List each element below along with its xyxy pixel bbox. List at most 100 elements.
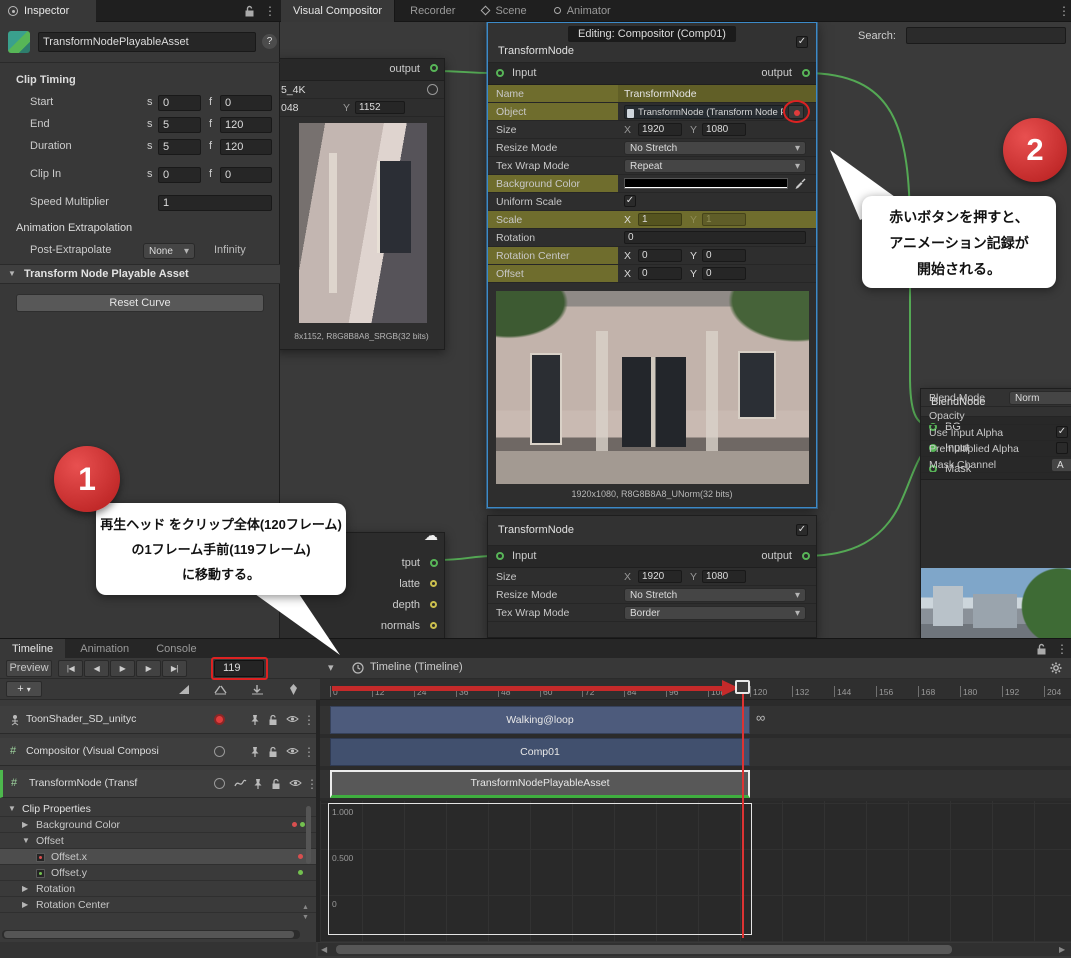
reset-curve-button[interactable]: Reset Curve bbox=[16, 294, 264, 312]
timeline-lock-icon[interactable] bbox=[1036, 643, 1047, 655]
scroll-down-icon[interactable]: ▼ bbox=[302, 914, 309, 921]
play-button[interactable]: ▶ bbox=[110, 660, 135, 677]
track-menu-icon[interactable]: ⋮ bbox=[303, 746, 315, 758]
scroll-right-icon[interactable]: ▶ bbox=[1059, 945, 1065, 954]
duration-frames-field[interactable]: 120 bbox=[220, 139, 272, 155]
clip-comp01[interactable]: Comp01 bbox=[330, 738, 750, 766]
lock-icon[interactable] bbox=[271, 778, 281, 790]
eye-icon[interactable] bbox=[286, 714, 299, 724]
tab-console[interactable]: Console bbox=[144, 639, 208, 659]
property-row-offset-x[interactable]: Offset.x bbox=[0, 849, 316, 865]
clipin-seconds-field[interactable]: 0 bbox=[158, 167, 201, 183]
prev-frame-button[interactable]: ◀ bbox=[84, 660, 109, 677]
color-swatch[interactable] bbox=[624, 178, 788, 189]
duration-seconds-field[interactable]: 5 bbox=[158, 139, 201, 155]
tex-wrap-dropdown[interactable]: Repeat ▾ bbox=[624, 159, 806, 173]
offset-x-field[interactable]: 0 bbox=[638, 267, 682, 280]
speed-multiplier-field[interactable]: 1 bbox=[158, 195, 272, 211]
next-frame-button[interactable]: ▶ bbox=[136, 660, 161, 677]
curves-toggle-icon[interactable] bbox=[234, 779, 247, 788]
node-header[interactable]: TransformNode Editing: Compositor (Comp0… bbox=[488, 23, 816, 63]
size-y-field[interactable]: 1080 bbox=[702, 570, 746, 583]
playhead-line[interactable] bbox=[742, 694, 744, 938]
goto-start-button[interactable]: |◀ bbox=[58, 660, 83, 677]
record-button[interactable] bbox=[427, 84, 438, 95]
premultiplied-alpha-checkbox[interactable] bbox=[1056, 442, 1068, 454]
header-horizontal-scrollbar[interactable] bbox=[2, 930, 300, 939]
pin-icon[interactable] bbox=[250, 746, 260, 758]
scroll-left-icon[interactable]: ◀ bbox=[321, 945, 327, 954]
track-header-animation[interactable]: ToonShader_SD_unityc ⋮ bbox=[0, 706, 316, 734]
pin-icon[interactable] bbox=[250, 714, 260, 726]
tab-inspector[interactable]: Inspector bbox=[0, 0, 96, 22]
output-port[interactable] bbox=[430, 64, 438, 72]
scale-x-field[interactable]: 1 bbox=[638, 213, 682, 226]
pin-icon[interactable] bbox=[253, 778, 263, 790]
normals-port[interactable] bbox=[430, 622, 437, 629]
node-enabled-checkbox[interactable]: ✓ bbox=[796, 36, 808, 48]
clip-properties-header[interactable]: ▼ Clip Properties bbox=[0, 801, 316, 817]
end-frames-field[interactable]: 120 bbox=[220, 117, 272, 133]
output-port[interactable] bbox=[802, 552, 810, 560]
help-icon[interactable]: ? bbox=[262, 34, 277, 49]
end-seconds-field[interactable]: 5 bbox=[158, 117, 201, 133]
tab-timeline[interactable]: Timeline bbox=[0, 639, 66, 659]
size-y-field[interactable]: 1152 bbox=[355, 101, 405, 114]
size-y-field[interactable]: 1080 bbox=[702, 123, 746, 136]
track-record-button[interactable] bbox=[214, 778, 225, 789]
resize-mode-dropdown[interactable]: No Stretch ▾ bbox=[624, 141, 806, 155]
property-row-rotation-center[interactable]: ▶ Rotation Center bbox=[0, 897, 316, 913]
node-header[interactable]: TransformNode ✓ bbox=[488, 516, 816, 546]
bottom-scrollbar[interactable]: ◀ ▶ bbox=[318, 943, 1071, 956]
clipin-frames-field[interactable]: 0 bbox=[220, 167, 272, 183]
transform-node-secondary[interactable]: TransformNode ✓ Input output Size X 1920… bbox=[487, 515, 817, 638]
property-row-background-color[interactable]: ▶ Background Color bbox=[0, 817, 316, 833]
search-input[interactable] bbox=[906, 27, 1066, 44]
tab-recorder[interactable]: Recorder bbox=[398, 0, 467, 22]
tab-animator[interactable]: Animator bbox=[542, 0, 623, 22]
size-x-field[interactable]: 1920 bbox=[638, 123, 682, 136]
clip-transformnode-playable-asset[interactable]: TransformNodePlayableAsset bbox=[330, 770, 750, 798]
track-header-transformnode[interactable]: # TransformNode (Transf ⋮ bbox=[0, 770, 318, 798]
eye-icon[interactable] bbox=[289, 778, 302, 788]
marker-toggle-icon[interactable] bbox=[289, 683, 298, 696]
inspector-menu-icon[interactable]: ⋮ bbox=[264, 5, 276, 17]
scrollbar-thumb[interactable] bbox=[4, 931, 294, 938]
blend-node[interactable]: BlendNode BG Input Mask Blend Mode Norm … bbox=[920, 388, 1071, 638]
clip-walking-loop[interactable]: Walking@loop bbox=[330, 706, 750, 734]
property-row-offset-y[interactable]: Offset.y bbox=[0, 865, 316, 881]
frame-options-caret-icon[interactable]: ▾ bbox=[328, 661, 334, 674]
tab-animation[interactable]: Animation bbox=[68, 639, 141, 659]
curves-view-icon[interactable] bbox=[178, 684, 190, 695]
track-menu-icon[interactable]: ⋮ bbox=[306, 778, 318, 790]
tab-scene[interactable]: Scene bbox=[470, 0, 538, 22]
name-value[interactable]: TransformNode bbox=[624, 88, 697, 100]
eyedropper-icon[interactable] bbox=[794, 177, 806, 190]
output-port[interactable] bbox=[430, 559, 438, 567]
blend-mode-dropdown[interactable]: Norm bbox=[1009, 391, 1071, 405]
property-vertical-scrollbar[interactable] bbox=[306, 806, 311, 864]
input-port[interactable] bbox=[496, 552, 504, 560]
output-port[interactable] bbox=[802, 69, 810, 77]
transform-node-main[interactable]: TransformNode Editing: Compositor (Comp0… bbox=[487, 22, 817, 508]
rotation-field[interactable]: 0 bbox=[624, 231, 806, 244]
property-row-offset[interactable]: ▼ Offset bbox=[0, 833, 316, 849]
timeline-breadcrumb[interactable]: Timeline (Timeline) bbox=[370, 661, 463, 673]
window-menu-icon[interactable]: ⋮ bbox=[1058, 5, 1070, 17]
size-x-field[interactable]: 1920 bbox=[638, 570, 682, 583]
playable-asset-foldout[interactable]: ▼ Transform Node Playable Asset bbox=[0, 264, 280, 284]
object-field[interactable]: TransformNode (Transform Node P bbox=[624, 105, 784, 119]
eye-icon[interactable] bbox=[286, 746, 299, 756]
depth-port[interactable] bbox=[430, 601, 437, 608]
goto-end-button[interactable]: ▶| bbox=[162, 660, 187, 677]
curve-editor-area[interactable]: 1.000 0.500 0 bbox=[320, 801, 1071, 942]
edit-mode-mix-icon[interactable] bbox=[214, 684, 227, 695]
tex-wrap-dropdown[interactable]: Border ▾ bbox=[624, 606, 806, 620]
uniform-scale-checkbox[interactable]: ✓ bbox=[624, 195, 636, 207]
tab-visual-compositor[interactable]: Visual Compositor bbox=[281, 0, 396, 22]
mask-channel-dropdown[interactable]: A bbox=[1051, 458, 1071, 472]
source-node-partial[interactable]: output 5_4K 048 Y 1152 8x1152, R8G8B8A8_… bbox=[280, 58, 445, 350]
timeline-menu-icon[interactable]: ⋮ bbox=[1056, 643, 1068, 655]
rotation-center-y-field[interactable]: 0 bbox=[702, 249, 746, 262]
property-row-rotation[interactable]: ▶ Rotation bbox=[0, 881, 316, 897]
